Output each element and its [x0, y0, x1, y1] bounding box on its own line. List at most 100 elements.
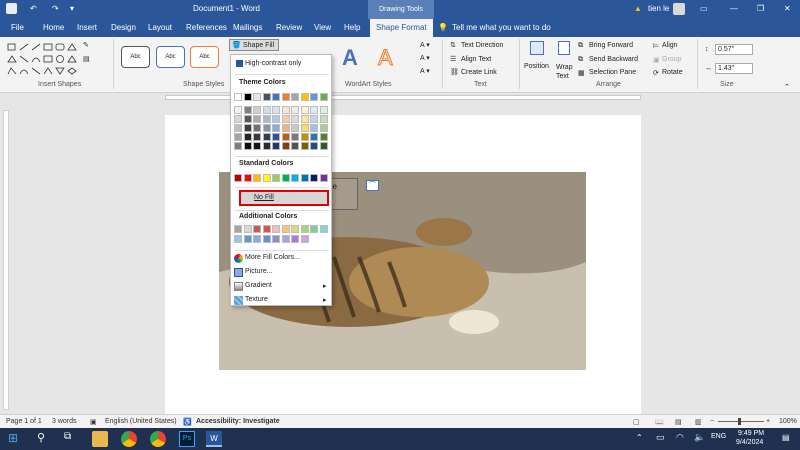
word-icon[interactable]: W	[206, 431, 222, 447]
clock-time[interactable]: 9:49 PM	[738, 430, 764, 437]
bring-forward-button[interactable]: Bring Forward	[589, 42, 633, 49]
photoshop-icon[interactable]: Ps	[179, 431, 195, 447]
selection-pane-icon[interactable]: ▦	[578, 69, 585, 77]
style-preset-1[interactable]: Abc	[121, 46, 150, 68]
word-count[interactable]: 3 words	[52, 418, 77, 425]
text-direction-icon[interactable]: ⇅	[450, 41, 456, 49]
page-count[interactable]: Page 1 of 1	[6, 418, 42, 425]
theme-shade-swatch[interactable]	[281, 142, 290, 150]
theme-color-swatch[interactable]	[272, 93, 280, 101]
theme-shade-swatch[interactable]	[300, 106, 309, 114]
theme-shade-swatch[interactable]	[319, 133, 328, 141]
no-fill-option[interactable]: No Fill	[239, 190, 329, 206]
theme-shade-swatch[interactable]	[243, 142, 252, 150]
theme-color-swatch[interactable]	[291, 93, 299, 101]
theme-shade-swatch[interactable]	[243, 133, 252, 141]
zoom-slider-thumb[interactable]	[738, 418, 741, 425]
standard-color-swatch[interactable]	[243, 174, 252, 182]
language[interactable]: English (United States)	[105, 418, 177, 425]
edit-shape-icon[interactable]: ✎	[83, 41, 89, 49]
text-outline-icon[interactable]: A ▾	[420, 54, 430, 62]
tab-layout[interactable]: Layout	[148, 23, 172, 32]
theme-shade-swatch[interactable]	[310, 133, 318, 141]
standard-color-swatch[interactable]	[310, 174, 318, 182]
tab-references[interactable]: References	[186, 23, 227, 32]
additional-color-swatch[interactable]	[300, 225, 309, 233]
standard-color-swatch[interactable]	[281, 174, 290, 182]
proofing-icon[interactable]: ▣	[90, 418, 97, 426]
additional-color-swatch[interactable]	[243, 225, 252, 233]
volume-icon[interactable]: 🔈	[694, 432, 705, 443]
additional-color-swatch[interactable]	[300, 235, 309, 243]
task-view-icon[interactable]: ⧉	[64, 431, 80, 447]
align-button[interactable]: Align	[662, 42, 678, 49]
theme-shade-swatch[interactable]	[281, 106, 290, 114]
additional-color-swatch[interactable]	[291, 235, 299, 243]
zoom-level[interactable]: 100%	[779, 418, 797, 425]
additional-color-swatch[interactable]	[272, 235, 280, 243]
theme-shade-swatch[interactable]	[300, 142, 309, 150]
theme-shade-swatch[interactable]	[253, 124, 261, 132]
close-icon[interactable]: ✕	[784, 4, 791, 13]
theme-shade-swatch[interactable]	[291, 124, 299, 132]
user-name[interactable]: tien le	[648, 4, 669, 13]
theme-shade-swatch[interactable]	[319, 115, 328, 123]
standard-color-swatch[interactable]	[234, 174, 242, 182]
ribbon-display-icon[interactable]: ▭	[700, 4, 708, 13]
theme-shade-swatch[interactable]	[310, 106, 318, 114]
standard-color-swatch[interactable]	[253, 174, 261, 182]
style-preset-2[interactable]: Abc	[156, 46, 185, 68]
additional-color-swatch[interactable]	[253, 235, 261, 243]
rotate-icon[interactable]: ⟳	[653, 69, 659, 77]
send-backward-button[interactable]: Send Backward	[589, 56, 638, 63]
theme-shade-swatch[interactable]	[243, 106, 252, 114]
collapse-ribbon-icon[interactable]: ⌃	[784, 83, 790, 91]
textbox-icon[interactable]: ▤	[83, 55, 90, 63]
theme-color-swatch[interactable]	[243, 93, 252, 101]
file-explorer-icon[interactable]	[92, 431, 108, 447]
additional-color-swatch[interactable]	[319, 225, 328, 233]
align-icon[interactable]: ⊨	[653, 42, 659, 50]
style-preset-3[interactable]: Abc	[190, 46, 219, 68]
width-field[interactable]: 1.43"	[715, 63, 753, 74]
tab-insert[interactable]: Insert	[77, 23, 97, 32]
focus-mode-icon[interactable]: ▢	[633, 418, 640, 426]
theme-shade-swatch[interactable]	[310, 115, 318, 123]
theme-shade-swatch[interactable]	[262, 106, 271, 114]
tell-me-search[interactable]: Tell me what you want to do	[452, 23, 551, 32]
more-fill-colors-option[interactable]: More Fill Colors...	[231, 253, 333, 265]
additional-color-swatch[interactable]	[291, 225, 299, 233]
tab-review[interactable]: Review	[276, 23, 302, 32]
theme-color-swatch[interactable]	[234, 93, 242, 101]
theme-shade-swatch[interactable]	[310, 124, 318, 132]
tab-mailings[interactable]: Mailings	[233, 23, 262, 32]
search-icon[interactable]: ⚲	[37, 431, 53, 447]
theme-shade-swatch[interactable]	[262, 142, 271, 150]
additional-color-swatch[interactable]	[234, 225, 242, 233]
theme-shade-swatch[interactable]	[272, 133, 280, 141]
tray-chevron-icon[interactable]: ⌃	[636, 433, 643, 442]
redo-icon[interactable]: ↷	[52, 4, 59, 13]
tab-home[interactable]: Home	[43, 23, 64, 32]
theme-shade-swatch[interactable]	[319, 142, 328, 150]
vertical-ruler[interactable]	[3, 110, 9, 410]
rotate-button[interactable]: Rotate	[662, 69, 683, 76]
theme-shade-swatch[interactable]	[319, 124, 328, 132]
web-layout-icon[interactable]: ▥	[695, 418, 702, 426]
tab-shape-format[interactable]: Shape Format	[370, 19, 433, 37]
theme-shade-swatch[interactable]	[272, 142, 280, 150]
theme-shade-swatch[interactable]	[253, 133, 261, 141]
standard-color-swatch[interactable]	[291, 174, 299, 182]
wordart-preset-1[interactable]: A	[342, 45, 358, 71]
bring-forward-icon[interactable]: ⧉	[578, 42, 583, 50]
accessibility-icon[interactable]: ♿	[183, 418, 192, 426]
theme-shade-swatch[interactable]	[310, 142, 318, 150]
additional-color-swatch[interactable]	[234, 235, 242, 243]
theme-shade-swatch[interactable]	[272, 106, 280, 114]
theme-shade-swatch[interactable]	[234, 124, 242, 132]
theme-shade-swatch[interactable]	[319, 106, 328, 114]
standard-color-swatch[interactable]	[272, 174, 280, 182]
theme-color-swatch[interactable]	[253, 93, 261, 101]
accessibility-status[interactable]: Accessibility: Investigate	[196, 418, 280, 425]
print-layout-icon[interactable]: ▤	[675, 418, 682, 426]
